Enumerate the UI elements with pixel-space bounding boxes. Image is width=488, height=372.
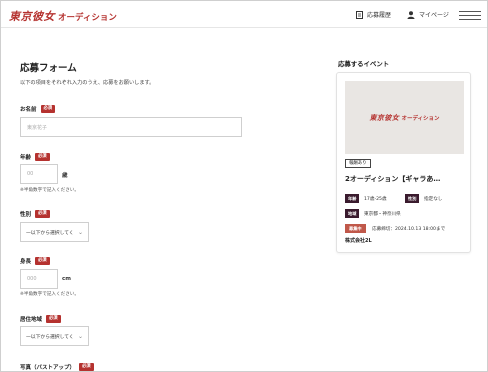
event-image-logo-main: 東京彼女 [369, 112, 400, 122]
mypage-link[interactable]: マイページ [407, 10, 449, 19]
name-input[interactable]: 東京花子 [20, 117, 242, 137]
event-card[interactable]: 東京彼女 オーディション 報酬あり 2オーディション【ギャラあ… 年齢 17歳-… [336, 72, 471, 253]
menu-icon[interactable] [459, 11, 481, 20]
deadline-text: 応募締切：2024.10.13 18:00まで [372, 227, 446, 232]
event-image: 東京彼女 オーディション [345, 81, 464, 154]
sidebar-title: 応募するイベント [338, 60, 390, 68]
status-tag: 募集中 [345, 224, 366, 233]
company-name: 株式会社2L [345, 238, 372, 244]
height-label-text: 身長 [20, 259, 32, 265]
region-label-text: 居住地域 [20, 317, 43, 323]
chevron-down-icon: ⌄ [77, 228, 83, 236]
region-label: 居住地域 必須 [20, 315, 61, 323]
event-image-logo-sub: オーディション [401, 115, 440, 122]
chevron-down-icon: ⌄ [77, 332, 83, 340]
height-placeholder: 000 [27, 276, 37, 282]
form-lead-text: 以下の項目をそれぞれ入力のうえ、応募をお願いします。 [20, 80, 155, 86]
age-unit: 歳 [62, 173, 68, 179]
mypage-label: マイページ [419, 12, 449, 19]
region-tag: 地域 [345, 209, 360, 218]
age-tag: 年齢 [345, 194, 360, 203]
photo-label-text: 写真（バストアップ） [20, 365, 76, 371]
age-input[interactable]: 00 [20, 164, 58, 184]
gender-tag: 性別 [405, 194, 420, 203]
event-title[interactable]: 2オーディション【ギャラあ… [345, 174, 467, 184]
logo-main-text: 東京彼女 [9, 10, 55, 23]
required-badge: 必須 [79, 363, 94, 371]
logo-sub-text: オーディション [58, 13, 117, 23]
required-badge: 必須 [46, 315, 61, 323]
gender-select[interactable]: —以下から選択してく ⌄ [20, 222, 89, 242]
history-link[interactable]: 応募履歴 [356, 10, 391, 19]
age-label: 年齢 必須 [20, 153, 50, 161]
age-note: ※半角数字で記入ください。 [20, 188, 79, 193]
site-logo[interactable]: 東京彼女 オーディション [9, 8, 117, 23]
age-label-text: 年齢 [20, 155, 32, 161]
region-select-value: —以下から選択してく [26, 334, 74, 340]
height-unit: cm [62, 276, 71, 282]
required-badge: 必須 [35, 257, 50, 265]
photo-label: 写真（バストアップ） 必須 [20, 363, 94, 371]
age-placeholder: 00 [27, 171, 34, 177]
height-label: 身長 必須 [20, 257, 50, 265]
page-title: 応募フォーム [20, 63, 77, 74]
height-input[interactable]: 000 [20, 269, 58, 289]
region-value: 東京都・神奈川県 [364, 212, 401, 217]
user-icon [407, 10, 415, 19]
required-badge: 必須 [40, 105, 56, 113]
height-note: ※半角数字で記入ください。 [20, 292, 79, 297]
age-value: 17歳-25歳 [364, 197, 387, 202]
gender-value: 指定なし [424, 197, 443, 202]
history-label: 応募履歴 [367, 12, 392, 19]
name-label-text: お名前 [20, 107, 37, 113]
gender-label-text: 性別 [20, 212, 32, 218]
site-header: 東京彼女 オーディション 応募履歴 マイページ [1, 1, 487, 28]
gender-select-value: —以下から選択してく [26, 230, 74, 236]
reward-badge: 報酬あり [345, 159, 371, 168]
region-select[interactable]: —以下から選択してく ⌄ [20, 326, 89, 346]
required-badge: 必須 [35, 210, 50, 218]
history-icon [356, 10, 363, 19]
required-badge: 必須 [35, 153, 50, 161]
gender-label: 性別 必須 [20, 210, 50, 218]
name-placeholder: 東京花子 [27, 124, 48, 131]
name-label: お名前 必須 [20, 105, 56, 113]
